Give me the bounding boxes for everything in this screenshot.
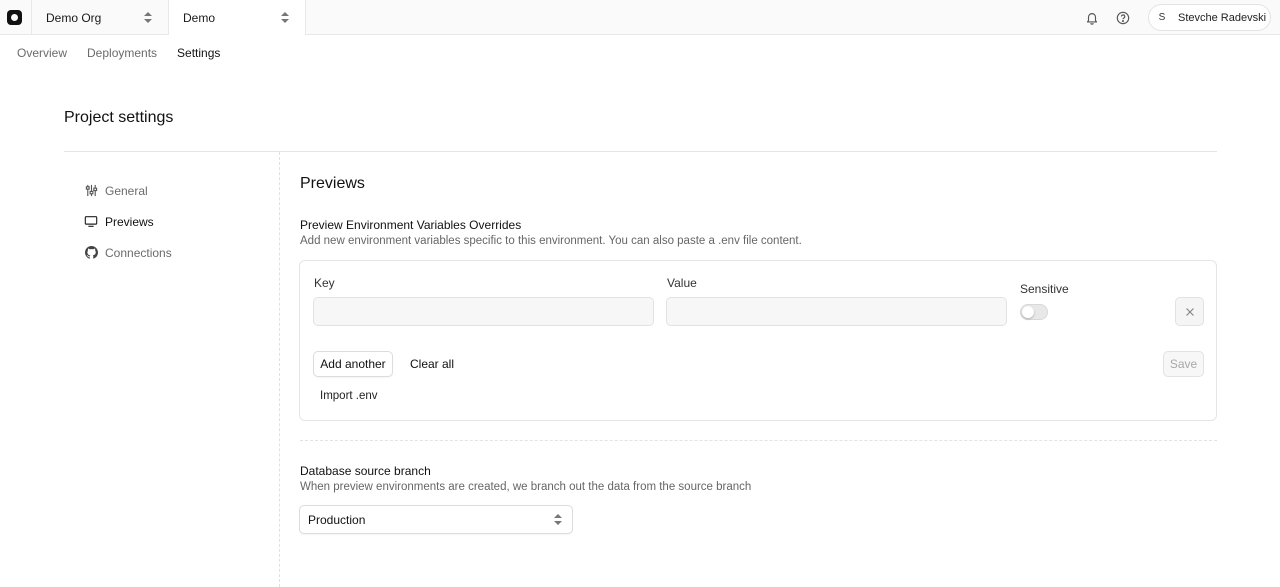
clear-all-button[interactable]: Clear all [404, 351, 460, 377]
sidebar-item-general[interactable]: General [84, 182, 172, 199]
source-branch-select[interactable]: Production [299, 505, 573, 534]
sensitive-toggle[interactable] [1020, 304, 1048, 320]
github-icon [84, 246, 98, 260]
tab-settings[interactable]: Settings [177, 46, 220, 60]
key-input[interactable] [313, 297, 654, 326]
project-tabs: Overview Deployments Settings [17, 46, 220, 60]
tab-overview[interactable]: Overview [17, 46, 67, 60]
toggle-knob [1022, 306, 1034, 318]
overrides-description: Add new environment variables specific t… [300, 235, 802, 247]
top-bar: Demo Org Demo S Stevche Radevski [0, 0, 1280, 35]
avatar: S [1158, 12, 1166, 23]
sidebar-item-previews[interactable]: Previews [84, 213, 172, 230]
chevron-updown-icon [281, 12, 289, 24]
user-menu-button[interactable]: S Stevche Radevski [1148, 4, 1271, 31]
select-value: Production [308, 512, 366, 527]
tab-deployments[interactable]: Deployments [87, 46, 157, 60]
org-switcher[interactable]: Demo Org [31, 0, 168, 35]
branch-heading: Database source branch [300, 464, 431, 478]
sliders-icon [84, 184, 98, 198]
divider [300, 440, 1217, 441]
sidebar-item-connections[interactable]: Connections [84, 244, 172, 261]
chevron-updown-icon [144, 12, 152, 24]
page-title: Project settings [64, 109, 174, 126]
env-vars-card: Key Value Sensitive Add another Clear al… [299, 260, 1217, 421]
remove-row-button[interactable] [1175, 297, 1204, 326]
project-switcher[interactable]: Demo [168, 0, 306, 35]
save-button[interactable]: Save [1163, 351, 1204, 377]
bell-icon [1086, 13, 1098, 25]
sidebar-item-label: General [105, 183, 148, 198]
close-icon [1185, 307, 1194, 316]
settings-sidenav: General Previews Connections [84, 182, 172, 275]
key-label: Key [314, 276, 335, 290]
vertical-divider [279, 152, 280, 587]
add-another-button[interactable]: Add another [313, 351, 393, 377]
value-label: Value [667, 276, 697, 290]
value-input[interactable] [666, 297, 1007, 326]
org-name: Demo Org [46, 10, 102, 25]
section-title: Previews [300, 175, 365, 192]
notifications-button[interactable] [1082, 8, 1102, 28]
help-circle-icon [1116, 11, 1130, 25]
monitor-icon [84, 215, 98, 229]
divider [64, 151, 1217, 152]
sensitive-label: Sensitive [1020, 282, 1069, 296]
user-name: Stevche Radevski [1178, 11, 1267, 24]
logo-icon [6, 10, 22, 25]
chevron-updown-icon [554, 514, 562, 526]
help-button[interactable] [1113, 8, 1133, 28]
sidebar-item-label: Previews [105, 214, 154, 229]
branch-description: When preview environments are created, w… [300, 481, 752, 493]
sidebar-item-label: Connections [105, 245, 172, 260]
import-env-button[interactable]: Import .env [320, 390, 378, 402]
overrides-heading: Preview Environment Variables Overrides [300, 218, 522, 232]
app-logo[interactable] [0, 0, 28, 35]
project-name: Demo [183, 10, 216, 25]
